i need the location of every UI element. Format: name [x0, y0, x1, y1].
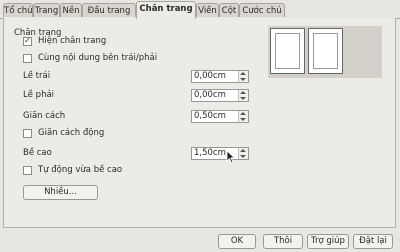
spin-arrows[interactable]	[238, 111, 248, 122]
left-page-preview	[270, 28, 305, 74]
more-button[interactable]: Nhiều...	[23, 185, 98, 200]
checkbox-box[interactable]: ✓	[23, 36, 32, 46]
spin-up-icon[interactable]	[240, 72, 246, 75]
tab-footnote[interactable]: Cước chú	[239, 3, 285, 17]
show-footer-checkbox[interactable]: ✓ Hiện chân trang	[23, 36, 106, 46]
spin-up-icon[interactable]	[240, 112, 246, 115]
checkbox-box[interactable]	[23, 128, 32, 138]
tab-columns[interactable]: Cột	[219, 3, 239, 17]
same-content-checkbox[interactable]: Cùng nội dung bên trái/phải	[23, 53, 157, 63]
spin-up-icon[interactable]	[240, 149, 246, 152]
tab-page[interactable]: Trang	[33, 3, 60, 17]
checkbox-box[interactable]	[23, 53, 32, 63]
height-spinbox[interactable]: 1,50cm	[191, 147, 249, 160]
reset-button[interactable]: Đặt lại	[353, 234, 393, 249]
tab-header[interactable]: Đầu trang	[82, 3, 136, 17]
tab-borders[interactable]: Viền	[196, 3, 219, 17]
tab-footer[interactable]: Chân trang	[136, 1, 196, 19]
spin-up-icon[interactable]	[240, 91, 246, 94]
left-margin-spinbox[interactable]: 0,00cm	[191, 70, 249, 83]
show-footer-label: Hiện chân trang	[38, 36, 107, 46]
right-margin-label: Lề phải	[23, 90, 55, 100]
spin-down-icon[interactable]	[240, 118, 246, 121]
checkbox-box[interactable]	[23, 165, 32, 175]
spin-down-icon[interactable]	[240, 155, 246, 158]
tab-background[interactable]: Nền	[60, 3, 82, 17]
right-margin-spinbox[interactable]: 0,00cm	[191, 89, 249, 102]
height-value[interactable]: 1,50cm	[194, 148, 226, 159]
left-margin-label: Lề trái	[23, 71, 51, 81]
help-button[interactable]: Trợ giúp	[307, 234, 349, 249]
spin-down-icon[interactable]	[240, 78, 246, 81]
right-margin-value[interactable]: 0,00cm	[194, 90, 226, 101]
spin-arrows[interactable]	[238, 148, 248, 159]
autofit-height-label: Tự động vừa bề cao	[38, 165, 123, 175]
autofit-height-checkbox[interactable]: Tự động vừa bề cao	[23, 165, 122, 175]
right-page-preview	[308, 28, 343, 74]
left-margin-value[interactable]: 0,00cm	[194, 71, 226, 82]
spin-arrows[interactable]	[238, 71, 248, 82]
spin-down-icon[interactable]	[240, 97, 246, 100]
ok-button[interactable]: OK	[218, 234, 256, 249]
dynamic-spacing-label: Giãn cách động	[38, 128, 105, 138]
spacing-label: Giãn cách	[23, 111, 66, 121]
tab-organizer[interactable]: Tổ chức	[3, 3, 33, 17]
spacing-value[interactable]: 0,50cm	[194, 111, 226, 122]
spacing-spinbox[interactable]: 0,50cm	[191, 110, 249, 123]
dynamic-spacing-checkbox[interactable]: Giãn cách động	[23, 128, 104, 138]
cancel-button[interactable]: Thôi	[263, 234, 303, 249]
mouse-pointer-icon	[226, 150, 236, 164]
spin-arrows[interactable]	[238, 90, 248, 101]
tab-bar: Tổ chức Trang Nền Đầu trang Chân trang V…	[0, 0, 400, 19]
footer-preview	[268, 26, 382, 78]
same-content-label: Cùng nội dung bên trái/phải	[38, 53, 158, 63]
height-label: Bề cao	[23, 148, 52, 158]
